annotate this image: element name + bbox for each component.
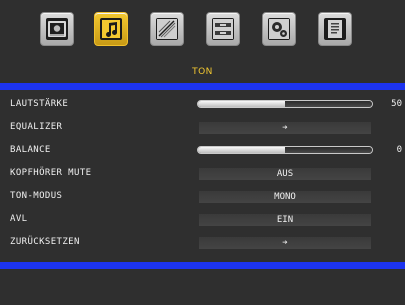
slider-track-rest — [285, 101, 372, 107]
section-title: TON — [192, 67, 213, 77]
menu-row-reset[interactable]: ZURÜCKSETZEN ➔ — [0, 235, 405, 251]
menu-row-balance[interactable]: BALANCE 0 — [0, 143, 405, 159]
reset-submenu-arrow[interactable]: ➔ — [199, 237, 371, 249]
source-tab[interactable] — [318, 12, 352, 46]
row-label: EQUALIZER — [10, 122, 63, 132]
sound-tab[interactable] — [94, 12, 128, 46]
install-tab[interactable] — [206, 12, 240, 46]
balance-slider[interactable] — [197, 146, 373, 154]
document-list-icon — [324, 18, 346, 40]
row-label: AVL — [10, 214, 28, 224]
picture-tab[interactable] — [40, 12, 74, 46]
headphone-mute-select[interactable]: AUS — [199, 168, 371, 180]
menu-row-sound-mode[interactable]: TON-MODUS MONO — [0, 189, 405, 205]
volume-value: 50 — [391, 99, 402, 109]
header-divider — [0, 83, 405, 90]
sound-mode-select[interactable]: MONO — [199, 191, 371, 203]
tv-osd-menu: TON LAUTSTÄRKE 50 EQUALIZER ➔ BALANCE 0 … — [0, 0, 405, 305]
footer-divider — [0, 262, 405, 269]
menu-row-headphone-mute[interactable]: KOPFHÖRER MUTE AUS — [0, 166, 405, 182]
settings-tab[interactable] — [150, 12, 184, 46]
music-note-icon — [100, 18, 122, 40]
slider-fill — [198, 147, 285, 153]
row-label: ZURÜCKSETZEN — [10, 237, 80, 247]
menu-row-avl[interactable]: AVL EIN — [0, 212, 405, 228]
balance-value: 0 — [396, 145, 402, 155]
system-tab[interactable] — [262, 12, 296, 46]
cable-connector-icon — [212, 18, 234, 40]
equalizer-submenu-arrow[interactable]: ➔ — [199, 122, 371, 134]
row-label: TON-MODUS — [10, 191, 63, 201]
slider-track-rest — [285, 147, 372, 153]
satellite-dish-icon — [156, 18, 178, 40]
menu-row-equalizer[interactable]: EQUALIZER ➔ — [0, 120, 405, 136]
row-label: LAUTSTÄRKE — [10, 99, 69, 109]
menu-row-volume[interactable]: LAUTSTÄRKE 50 — [0, 97, 405, 113]
gears-icon — [268, 18, 290, 40]
row-label: KOPFHÖRER MUTE — [10, 168, 92, 178]
avl-select[interactable]: EIN — [199, 214, 371, 226]
volume-slider[interactable] — [197, 100, 373, 108]
menu-tab-bar — [0, 10, 405, 55]
row-label: BALANCE — [10, 145, 51, 155]
slider-fill — [198, 101, 285, 107]
camera-icon — [46, 18, 68, 40]
